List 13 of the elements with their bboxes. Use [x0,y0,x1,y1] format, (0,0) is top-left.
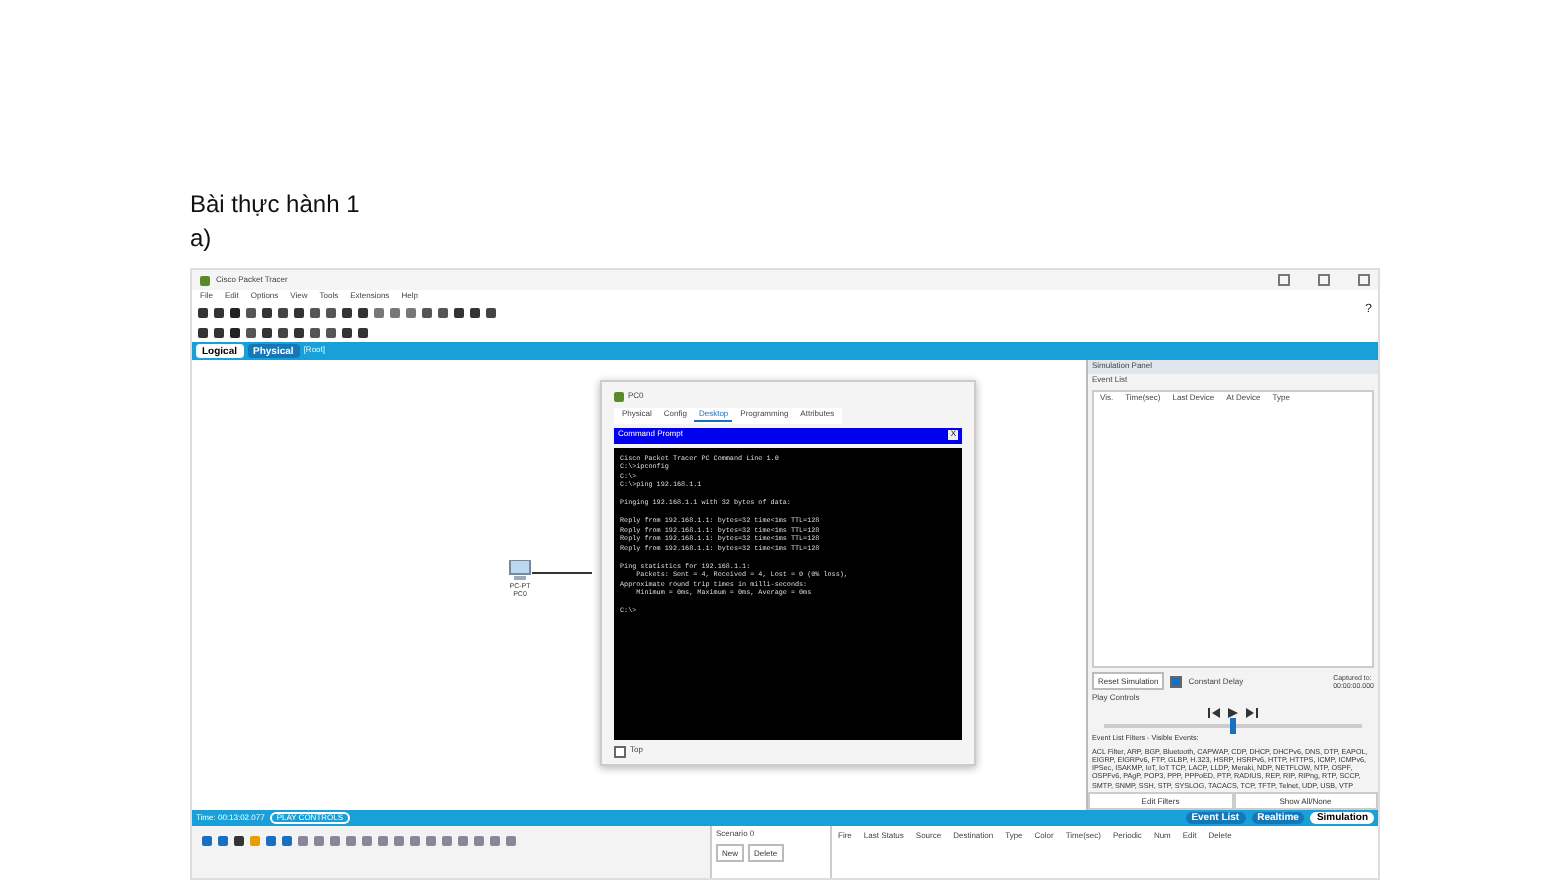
app-logo-icon [614,391,624,401]
computer-icon[interactable] [508,560,532,582]
document-heading: Bài thực hành 1 [190,188,362,222]
back-icon[interactable] [1208,708,1220,719]
top-checkbox[interactable] [614,745,626,757]
slider-thumb[interactable] [1230,718,1236,735]
cable-line [532,572,592,574]
play-icon[interactable] [1228,708,1238,719]
speed-slider[interactable] [1104,724,1362,729]
constant-delay-checkbox[interactable] [1170,675,1183,688]
document-subheading: a) [190,222,214,256]
forward-icon[interactable] [1246,708,1258,719]
app-logo-icon [200,275,210,285]
